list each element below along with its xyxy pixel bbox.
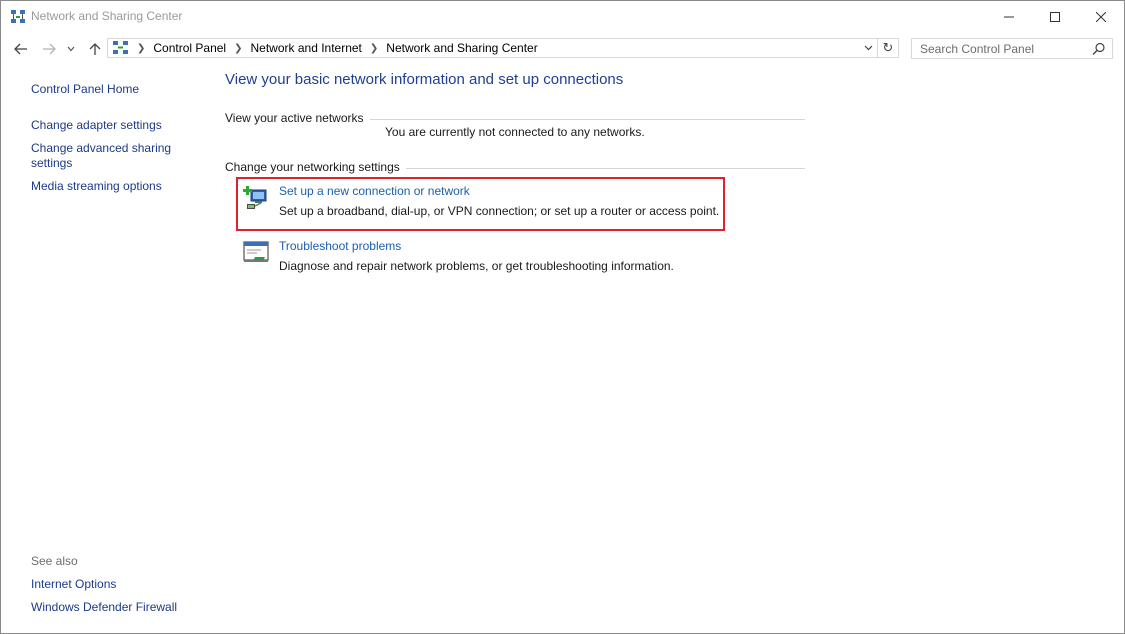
chevron-right-icon[interactable]: ❯ <box>370 43 378 54</box>
maximize-icon <box>1050 11 1060 22</box>
up-arrow-icon <box>89 43 101 55</box>
new-connection-icon <box>243 186 267 209</box>
windows-defender-firewall-link[interactable]: Windows Defender Firewall <box>31 600 181 615</box>
control-panel-home-link[interactable]: Control Panel Home <box>31 82 181 97</box>
refresh-icon: ↻ <box>882 40 894 55</box>
close-button[interactable] <box>1078 1 1124 32</box>
change-advanced-sharing-settings-link[interactable]: Change advanced sharing settings <box>31 141 176 171</box>
active-networks-status: You are currently not connected to any n… <box>385 125 645 139</box>
troubleshoot-problems-link[interactable]: Troubleshoot problems <box>279 239 401 253</box>
chevron-down-icon <box>864 45 872 51</box>
breadcrumb-network-and-internet[interactable]: Network and Internet <box>251 41 362 55</box>
chevron-right-icon[interactable]: ❯ <box>137 43 145 54</box>
network-sharing-center-window: Network and Sharing Center ❯ Control Pan… <box>0 0 1125 634</box>
minimize-icon <box>1004 16 1014 17</box>
maximize-button[interactable] <box>1032 1 1078 32</box>
network-app-icon <box>11 10 25 23</box>
search-input[interactable] <box>912 39 1096 58</box>
search-box[interactable] <box>911 38 1113 59</box>
breadcrumb-network-and-sharing-center[interactable]: Network and Sharing Center <box>386 41 537 55</box>
active-networks-heading: View your active networks <box>225 111 370 125</box>
window-title: Network and Sharing Center <box>31 9 183 23</box>
back-button[interactable] <box>11 39 31 59</box>
search-icon[interactable] <box>1092 42 1106 56</box>
troubleshoot-problems-description: Diagnose and repair network problems, or… <box>279 259 674 273</box>
internet-options-link[interactable]: Internet Options <box>31 577 181 592</box>
networking-settings-heading: Change your networking settings <box>225 160 406 174</box>
troubleshoot-icon <box>243 241 269 262</box>
chevron-down-icon <box>67 46 75 52</box>
breadcrumb: ❯ Control Panel ❯ Network and Internet ❯… <box>112 39 538 57</box>
address-dropdown-button[interactable] <box>861 40 875 56</box>
see-also-label: See also <box>31 554 78 568</box>
chevron-right-icon[interactable]: ❯ <box>234 43 242 54</box>
back-arrow-icon <box>14 43 27 55</box>
up-button[interactable] <box>85 39 105 59</box>
setup-new-connection-description: Set up a broadband, dial-up, or VPN conn… <box>279 204 720 218</box>
forward-arrow-icon <box>43 43 56 55</box>
title-bar: Network and Sharing Center <box>1 1 1124 33</box>
address-bar[interactable]: ❯ Control Panel ❯ Network and Internet ❯… <box>107 38 878 58</box>
recent-locations-button[interactable] <box>64 39 78 59</box>
close-icon <box>1096 11 1106 22</box>
control-panel-icon <box>113 41 128 54</box>
breadcrumb-control-panel[interactable]: Control Panel <box>153 41 226 55</box>
minimize-button[interactable] <box>986 1 1032 32</box>
refresh-button[interactable]: ↻ <box>877 38 899 58</box>
media-streaming-options-link[interactable]: Media streaming options <box>31 179 181 194</box>
page-title: View your basic network information and … <box>225 71 624 88</box>
setup-new-connection-link[interactable]: Set up a new connection or network <box>279 184 470 198</box>
forward-button[interactable] <box>39 39 59 59</box>
change-adapter-settings-link[interactable]: Change adapter settings <box>31 118 181 133</box>
